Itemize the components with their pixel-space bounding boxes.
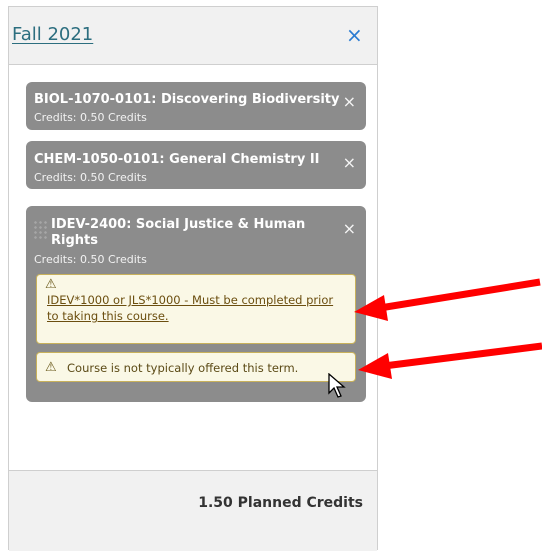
course-title: BIOL-1070-0101: Discovering Biodiversity [34, 92, 340, 107]
remove-course-icon[interactable]: × [343, 92, 356, 111]
offering-warning: ⚠ Course is not typically offered this t… [36, 352, 356, 382]
warning-icon: ⚠ [45, 277, 57, 292]
course-title: IDEV-2400: Social Justice & Human Rights [51, 217, 306, 248]
term-panel: Fall 2021 × BIOL-1070-0101: Discovering … [8, 6, 378, 551]
annotation-arrow-2 [358, 342, 542, 379]
course-card[interactable]: CHEM-1050-0101: General Chemistry II Cre… [26, 141, 366, 189]
remove-course-icon[interactable]: × [343, 219, 356, 238]
course-card[interactable]: IDEV-2400: Social Justice & Human Rights… [26, 206, 366, 402]
course-list: BIOL-1070-0101: Discovering Biodiversity… [9, 65, 377, 471]
course-card[interactable]: BIOL-1070-0101: Discovering Biodiversity… [26, 82, 366, 130]
course-title: CHEM-1050-0101: General Chemistry II [34, 152, 320, 167]
course-credits: Credits: 0.50 Credits [34, 171, 147, 184]
planned-credits: 1.50 Planned Credits [198, 495, 363, 511]
drag-handle-icon[interactable] [33, 220, 47, 240]
mouse-cursor-icon [328, 373, 346, 398]
term-title-link[interactable]: Fall 2021 [12, 24, 93, 45]
prerequisite-warning: ⚠ IDEV*1000 or JLS*1000 - Must be comple… [36, 274, 356, 344]
remove-course-icon[interactable]: × [343, 153, 356, 172]
course-credits: Credits: 0.50 Credits [34, 253, 147, 266]
annotation-arrow-1 [354, 278, 541, 321]
prerequisite-link[interactable]: IDEV*1000 or JLS*1000 - Must be complete… [47, 292, 337, 324]
warning-icon: ⚠ [45, 360, 57, 375]
offering-warning-text: Course is not typically offered this ter… [67, 361, 299, 375]
term-footer: 1.50 Planned Credits [9, 471, 377, 551]
close-icon[interactable]: × [346, 23, 363, 47]
course-credits: Credits: 0.50 Credits [34, 111, 147, 124]
term-header: Fall 2021 × [9, 7, 377, 65]
